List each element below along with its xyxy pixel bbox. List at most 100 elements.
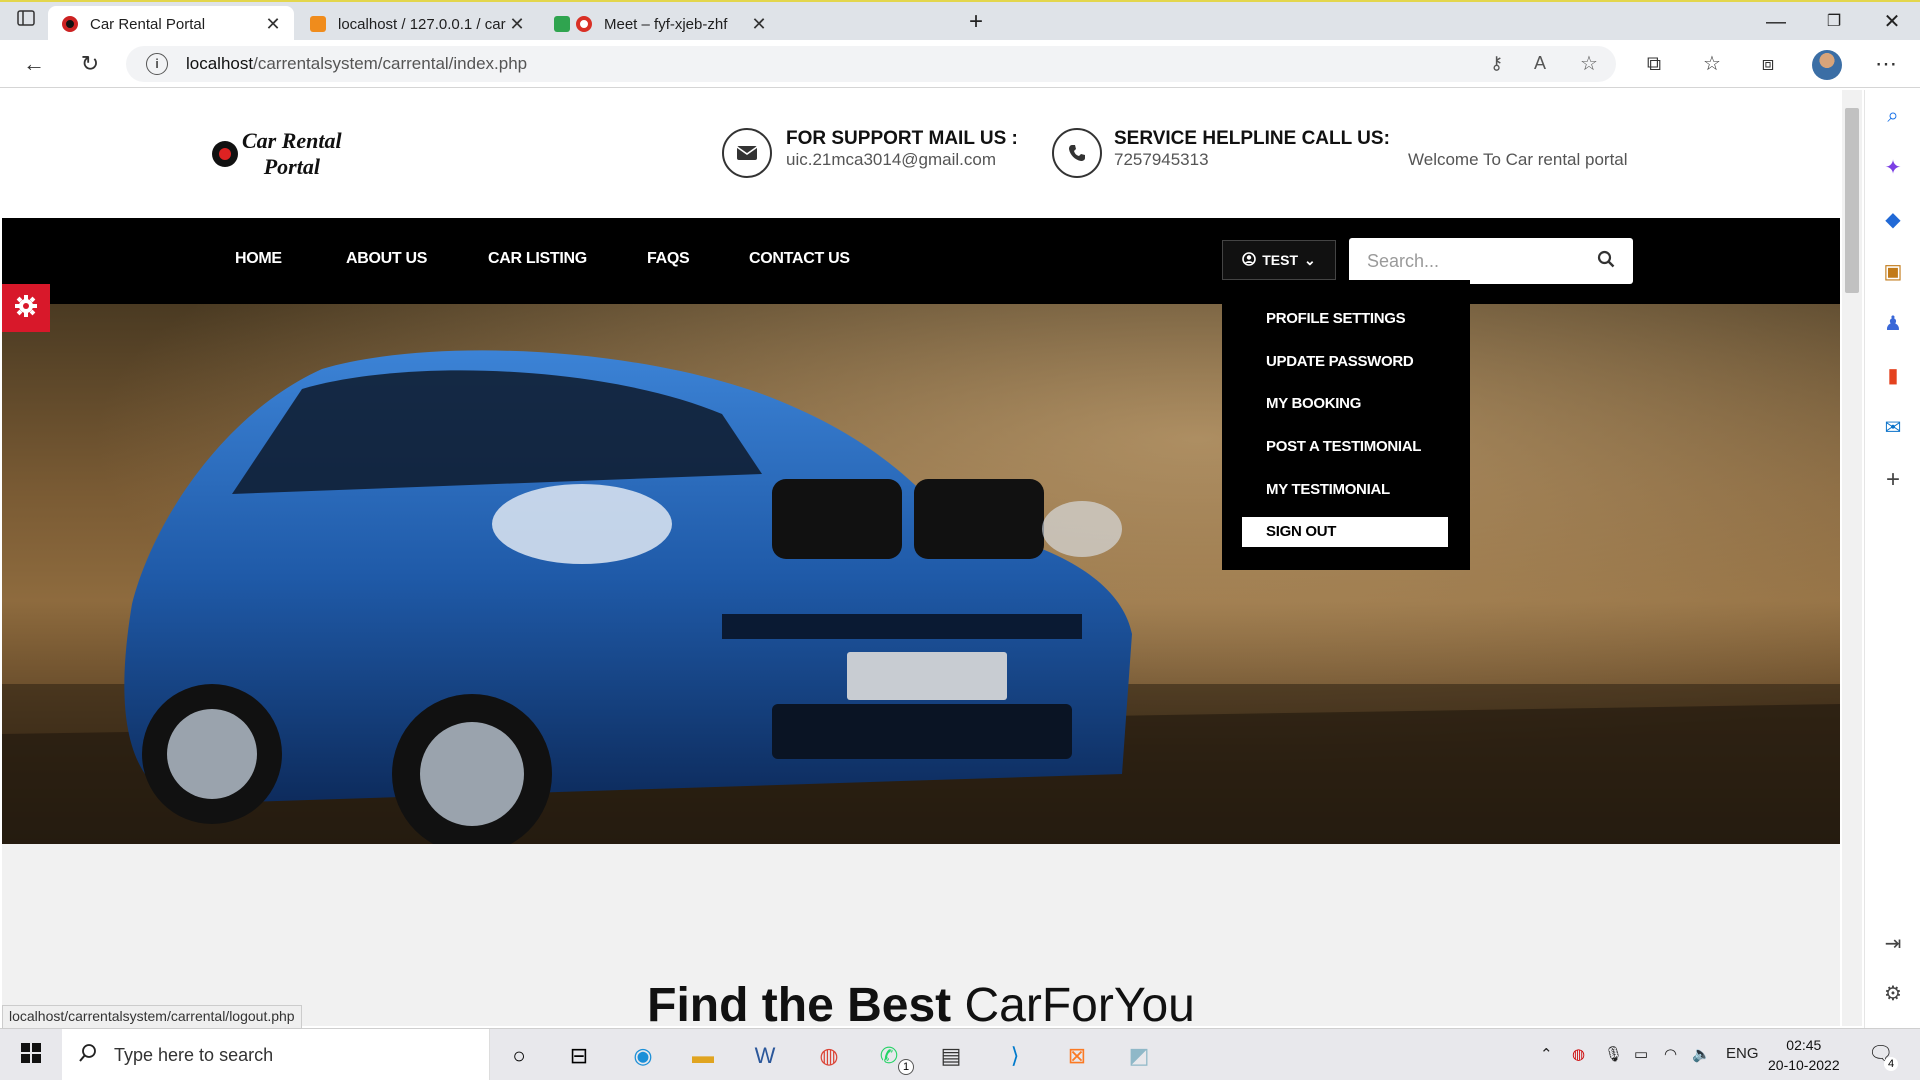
nav-home[interactable]: HOME: [235, 250, 282, 268]
search-input[interactable]: Search...: [1367, 251, 1597, 272]
back-arrow-icon[interactable]: ←: [18, 48, 50, 80]
site-search[interactable]: Search...: [1349, 238, 1633, 284]
google-meet-favicon: [554, 16, 570, 32]
wifi-icon[interactable]: ◠: [1664, 1045, 1677, 1063]
restore-button[interactable]: ❐: [1806, 4, 1862, 40]
new-tab-button[interactable]: +: [948, 4, 1004, 40]
vscode-icon[interactable]: ⟩: [998, 1039, 1032, 1073]
url-path: /carrentalsystem/carrental/index.php: [253, 54, 528, 73]
support-email: uic.21mca3014@gmail.com: [786, 150, 997, 169]
microsoft-store-icon[interactable]: ▤: [934, 1039, 968, 1073]
nav-car-listing[interactable]: CAR LISTING: [488, 250, 587, 268]
more-menu-icon[interactable]: ⋯: [1870, 48, 1902, 80]
minimize-button[interactable]: —: [1748, 4, 1804, 40]
search-icon[interactable]: ⌕: [1877, 100, 1909, 132]
collections-icon[interactable]: ⧈: [1752, 48, 1784, 80]
hide-sidebar-icon[interactable]: ⇥: [1877, 928, 1909, 960]
heading-bold: Find the Best: [647, 979, 952, 1026]
whatsapp-badge: 1: [898, 1059, 914, 1075]
site-header: Car Rental Portal FOR SUPPORT MAIL US : …: [2, 90, 1840, 218]
copilot-sparkle-icon[interactable]: ✦: [1877, 152, 1909, 184]
site-logo[interactable]: Car Rental Portal: [212, 128, 342, 180]
favorites-icon[interactable]: ☆: [1696, 48, 1728, 80]
microphone-icon[interactable]: 🎙: [1604, 1045, 1623, 1063]
menu-update-password[interactable]: UPDATE PASSWORD: [1242, 347, 1448, 377]
read-aloud-icon[interactable]: A: [1534, 53, 1546, 74]
tab-actions-icon[interactable]: [10, 4, 42, 36]
logo-mark-icon: [212, 141, 238, 167]
close-tab-icon[interactable]: ✕: [506, 14, 528, 35]
tab-phpmyadmin[interactable]: localhost / 127.0.0.1 / carrental / ✕: [296, 6, 538, 42]
show-hidden-icons-icon[interactable]: ⌃: [1540, 1045, 1553, 1063]
network-error-icon[interactable]: ◍: [1572, 1045, 1585, 1063]
taskbar-search-input[interactable]: Type here to search: [114, 1045, 273, 1066]
battery-icon[interactable]: ▭: [1634, 1045, 1648, 1063]
tab-title: Car Rental Portal: [90, 15, 206, 33]
main-navbar: HOME ABOUT US CAR LISTING FAQS CONTACT U…: [2, 218, 1840, 304]
user-menu-button[interactable]: TEST ⌄: [1222, 240, 1336, 280]
nav-faqs[interactable]: FAQS: [647, 250, 690, 268]
welcome-text: Welcome To Car rental portal: [1408, 150, 1628, 169]
tools-briefcase-icon[interactable]: ▣: [1877, 256, 1909, 288]
add-sidebar-app-icon[interactable]: +: [1877, 464, 1909, 496]
user-dropdown-menu: PROFILE SETTINGS UPDATE PASSWORD MY BOOK…: [1222, 280, 1470, 570]
site-info-icon[interactable]: i: [146, 53, 168, 75]
xampp-icon[interactable]: ⊠: [1060, 1039, 1094, 1073]
menu-sign-out[interactable]: SIGN OUT: [1242, 517, 1448, 547]
search-icon[interactable]: [1597, 250, 1615, 273]
menu-profile-settings[interactable]: PROFILE SETTINGS: [1242, 304, 1448, 334]
chevron-down-icon: ⌄: [1304, 251, 1316, 268]
nav-contact-us[interactable]: CONTACT US: [749, 250, 850, 268]
scrollbar-thumb[interactable]: [1845, 108, 1859, 293]
chrome-icon[interactable]: ◍: [812, 1039, 846, 1073]
search-icon: [78, 1043, 98, 1068]
language-indicator[interactable]: ENG: [1726, 1045, 1759, 1062]
address-field[interactable]: i localhost/carrentalsystem/carrental/in…: [126, 46, 1616, 82]
key-icon[interactable]: ⚷: [1490, 53, 1503, 74]
nav-about-us[interactable]: ABOUT US: [346, 250, 427, 268]
clock-time: 02:45: [1786, 1037, 1822, 1053]
close-window-button[interactable]: ✕: [1864, 4, 1920, 40]
settings-gear-button[interactable]: [2, 284, 50, 332]
windows-taskbar: Type here to search ○ ⊟ ◉ ▬ W ◍ ✆ 1 ▤ ⟩ …: [0, 1028, 1920, 1080]
tab-title: Meet – fyf-xjeb-zhf: [604, 15, 728, 33]
browser-titlebar: Car Rental Portal ✕ localhost / 127.0.0.…: [0, 0, 1920, 42]
refresh-icon[interactable]: ↻: [74, 48, 106, 80]
user-name: TEST: [1262, 252, 1299, 268]
tab-car-rental-portal[interactable]: Car Rental Portal ✕: [48, 6, 294, 42]
close-tab-icon[interactable]: ✕: [262, 14, 284, 35]
close-tab-icon[interactable]: ✕: [748, 14, 770, 35]
add-favorite-icon[interactable]: ☆: [1580, 51, 1598, 76]
phpmyadmin-favicon: [310, 16, 326, 32]
support-title: FOR SUPPORT MAIL US :: [786, 128, 1018, 149]
windows-start-icon[interactable]: [14, 1039, 48, 1073]
edge-sidebar: ⌕ ✦ ◆ ▣ ♟ ▮ ✉ + ⇥ ⚙: [1864, 90, 1920, 1028]
sidebar-settings-icon[interactable]: ⚙: [1877, 978, 1909, 1010]
hero-car-image: [2, 304, 1840, 844]
word-icon[interactable]: W: [748, 1039, 782, 1073]
extensions-icon[interactable]: ⧉: [1638, 48, 1670, 80]
tab-google-meet[interactable]: Meet – fyf-xjeb-zhf ✕: [540, 6, 780, 42]
menu-my-booking[interactable]: MY BOOKING: [1242, 389, 1448, 419]
taskbar-search[interactable]: Type here to search: [62, 1029, 490, 1080]
app-icon[interactable]: ◩: [1122, 1039, 1156, 1073]
tab-title: localhost / 127.0.0.1 / carrental /: [338, 15, 506, 33]
volume-icon[interactable]: 🔈: [1692, 1045, 1711, 1063]
menu-post-testimonial[interactable]: POST A TESTIMONIAL: [1242, 432, 1448, 462]
profile-avatar[interactable]: [1812, 50, 1842, 80]
task-view-icon[interactable]: ⊟: [562, 1039, 596, 1073]
system-clock[interactable]: 02:45 20-10-2022: [1768, 1035, 1840, 1075]
gear-icon: [14, 294, 38, 323]
page-viewport: Car Rental Portal FOR SUPPORT MAIL US : …: [2, 90, 1840, 1026]
url-host: localhost: [186, 54, 254, 73]
menu-my-testimonial[interactable]: MY TESTIMONIAL: [1242, 475, 1448, 505]
outlook-icon[interactable]: ✉: [1877, 412, 1909, 444]
office-icon[interactable]: ▮: [1877, 360, 1909, 392]
file-explorer-icon[interactable]: ▬: [686, 1039, 720, 1073]
logo-line1: Car Rental: [242, 128, 342, 153]
cortana-icon[interactable]: ○: [502, 1039, 536, 1073]
heading-light: CarForYou: [964, 979, 1195, 1026]
shopping-tag-icon[interactable]: ◆: [1877, 204, 1909, 236]
edge-browser-icon[interactable]: ◉: [626, 1039, 660, 1073]
games-icon[interactable]: ♟: [1877, 308, 1909, 340]
